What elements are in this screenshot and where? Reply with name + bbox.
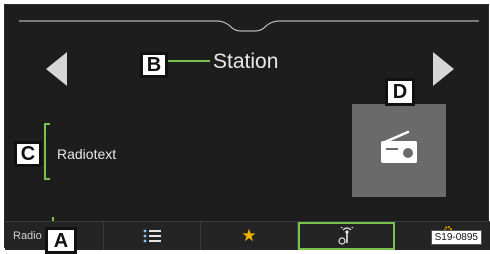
triangle-left-icon bbox=[46, 52, 67, 86]
menu-item-reception[interactable] bbox=[298, 222, 395, 250]
top-notch-divider bbox=[19, 20, 479, 32]
station-name: Station bbox=[213, 50, 279, 73]
star-icon: ★ bbox=[241, 226, 257, 245]
menu-item-favorites[interactable]: ★ bbox=[201, 222, 298, 250]
callout-a: A bbox=[45, 227, 77, 254]
radio-icon bbox=[381, 130, 417, 163]
next-station-button[interactable] bbox=[429, 49, 457, 89]
radiotext-label: Radiotext bbox=[57, 146, 117, 162]
station-logo-tile[interactable] bbox=[352, 104, 446, 197]
previous-station-button[interactable] bbox=[43, 49, 71, 89]
reference-code: S19-0895 bbox=[430, 230, 482, 245]
callout-b-leader bbox=[164, 60, 210, 62]
antenna-icon bbox=[337, 227, 353, 245]
triangle-right-icon bbox=[433, 52, 454, 86]
list-icon bbox=[143, 229, 161, 243]
menu-item-station-list[interactable] bbox=[104, 222, 201, 250]
callout-c-bracket bbox=[44, 123, 50, 180]
callout-c: C bbox=[14, 141, 42, 167]
callout-b: B bbox=[140, 52, 168, 78]
radio-screen: Station Radiotext B D C Radio ★ A S19-08… bbox=[4, 4, 490, 254]
menu-item-radio-label: Radio bbox=[13, 230, 42, 242]
bottom-menu-bar: Radio ★ bbox=[5, 221, 490, 250]
callout-d: D bbox=[385, 78, 415, 106]
